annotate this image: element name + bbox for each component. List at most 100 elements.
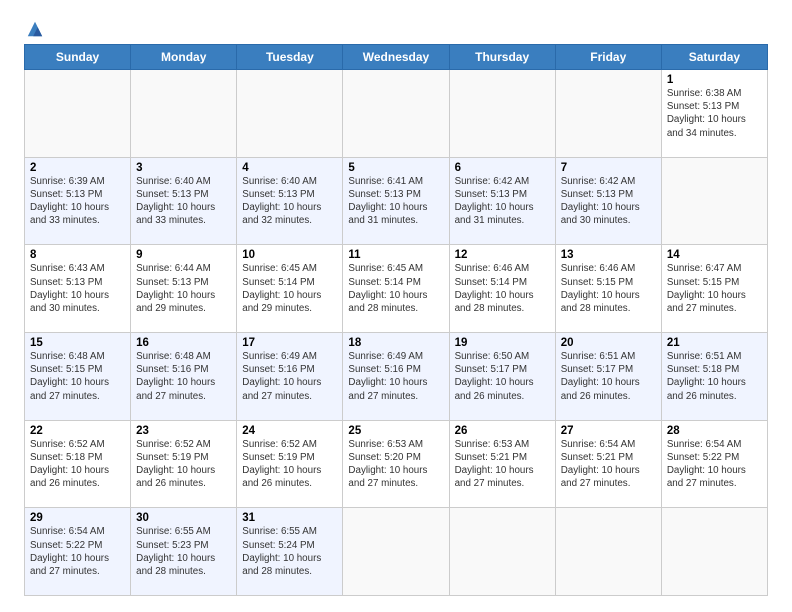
day-info: Sunrise: 6:40 AMSunset: 5:13 PMDaylight:…: [242, 176, 321, 227]
day-info: Sunrise: 6:47 AMSunset: 5:15 PMDaylight:…: [667, 263, 746, 314]
calendar-cell: 11Sunrise: 6:45 AMSunset: 5:14 PMDayligh…: [343, 245, 449, 333]
calendar-cell: 12Sunrise: 6:46 AMSunset: 5:14 PMDayligh…: [449, 245, 555, 333]
day-number: 22: [30, 425, 125, 437]
calendar-cell: 18Sunrise: 6:49 AMSunset: 5:16 PMDayligh…: [343, 332, 449, 420]
day-info: Sunrise: 6:45 AMSunset: 5:14 PMDaylight:…: [242, 263, 321, 314]
logo: [24, 20, 44, 34]
calendar-cell: [449, 70, 555, 158]
day-number: 3: [136, 162, 231, 174]
day-number: 24: [242, 425, 337, 437]
day-number: 17: [242, 337, 337, 349]
day-info: Sunrise: 6:38 AMSunset: 5:13 PMDaylight:…: [667, 88, 746, 139]
calendar-week-row: 15Sunrise: 6:48 AMSunset: 5:15 PMDayligh…: [25, 332, 768, 420]
calendar-cell: [237, 70, 343, 158]
day-number: 21: [667, 337, 762, 349]
day-number: 10: [242, 249, 337, 261]
calendar-cell: 16 Sunrise: 6:48 AMSunset: 5:16 PMDayligh…: [131, 332, 237, 420]
calendar-cell: [131, 70, 237, 158]
day-info: Sunrise: 6:52 AMSunset: 5:18 PMDaylight:…: [30, 439, 109, 490]
calendar-cell: 19Sunrise: 6:50 AMSunset: 5:17 PMDayligh…: [449, 332, 555, 420]
calendar-cell: 1 Sunrise: 6:38 AMSunset: 5:13 PMDaylight…: [661, 70, 767, 158]
day-of-week-header: Friday: [555, 45, 661, 70]
calendar-cell: 2 Sunrise: 6:39 AMSunset: 5:13 PMDaylight…: [25, 157, 131, 245]
calendar-week-row: 22 Sunrise: 6:52 AMSunset: 5:18 PMDayligh…: [25, 420, 768, 508]
calendar-cell: [343, 70, 449, 158]
calendar-cell: 23Sunrise: 6:52 AMSunset: 5:19 PMDayligh…: [131, 420, 237, 508]
logo-icon: [26, 20, 44, 38]
day-info: Sunrise: 6:54 AMSunset: 5:22 PMDaylight:…: [30, 526, 109, 577]
calendar-cell: [25, 70, 131, 158]
calendar-cell: 4 Sunrise: 6:40 AMSunset: 5:13 PMDaylight…: [237, 157, 343, 245]
day-of-week-header: Wednesday: [343, 45, 449, 70]
calendar-cell: 24 Sunrise: 6:52 AMSunset: 5:19 PMDayligh…: [237, 420, 343, 508]
calendar-cell: 7 Sunrise: 6:42 AMSunset: 5:13 PMDaylight…: [555, 157, 661, 245]
day-number: 6: [455, 162, 550, 174]
calendar-cell: 15Sunrise: 6:48 AMSunset: 5:15 PMDayligh…: [25, 332, 131, 420]
day-number: 26: [455, 425, 550, 437]
day-number: 31: [242, 512, 337, 524]
calendar-cell: 25 Sunrise: 6:53 AMSunset: 5:20 PMDayligh…: [343, 420, 449, 508]
day-of-week-header: Thursday: [449, 45, 555, 70]
calendar-cell: [449, 508, 555, 596]
calendar-cell: 28 Sunrise: 6:54 AMSunset: 5:22 PMDayligh…: [661, 420, 767, 508]
day-info: Sunrise: 6:43 AMSunset: 5:13 PMDaylight:…: [30, 263, 109, 314]
calendar-cell: 8 Sunrise: 6:43 AMSunset: 5:13 PMDaylight…: [25, 245, 131, 333]
day-number: 14: [667, 249, 762, 261]
day-number: 20: [561, 337, 656, 349]
day-info: Sunrise: 6:44 AMSunset: 5:13 PMDaylight:…: [136, 263, 215, 314]
day-number: 27: [561, 425, 656, 437]
calendar-table: SundayMondayTuesdayWednesdayThursdayFrid…: [24, 44, 768, 596]
calendar-cell: 5Sunrise: 6:41 AMSunset: 5:13 PMDaylight…: [343, 157, 449, 245]
day-number: 8: [30, 249, 125, 261]
day-info: Sunrise: 6:42 AMSunset: 5:13 PMDaylight:…: [455, 176, 534, 227]
day-number: 19: [455, 337, 550, 349]
day-info: Sunrise: 6:52 AMSunset: 5:19 PMDaylight:…: [242, 439, 321, 490]
calendar-cell: [661, 157, 767, 245]
day-number: 12: [455, 249, 550, 261]
calendar-cell: [661, 508, 767, 596]
calendar-cell: 27Sunrise: 6:54 AMSunset: 5:21 PMDayligh…: [555, 420, 661, 508]
day-info: Sunrise: 6:42 AMSunset: 5:13 PMDaylight:…: [561, 176, 640, 227]
day-info: Sunrise: 6:49 AMSunset: 5:16 PMDaylight:…: [242, 351, 321, 402]
day-info: Sunrise: 6:54 AMSunset: 5:22 PMDaylight:…: [667, 439, 746, 490]
day-number: 28: [667, 425, 762, 437]
day-number: 25: [348, 425, 443, 437]
day-info: Sunrise: 6:46 AMSunset: 5:15 PMDaylight:…: [561, 263, 640, 314]
day-info: Sunrise: 6:39 AMSunset: 5:13 PMDaylight:…: [30, 176, 109, 227]
day-number: 1: [667, 74, 762, 86]
calendar-cell: [555, 508, 661, 596]
calendar-cell: 6 Sunrise: 6:42 AMSunset: 5:13 PMDaylight…: [449, 157, 555, 245]
day-number: 13: [561, 249, 656, 261]
day-info: Sunrise: 6:53 AMSunset: 5:21 PMDaylight:…: [455, 439, 534, 490]
day-info: Sunrise: 6:51 AMSunset: 5:17 PMDaylight:…: [561, 351, 640, 402]
calendar-cell: 21Sunrise: 6:51 AMSunset: 5:18 PMDayligh…: [661, 332, 767, 420]
day-info: Sunrise: 6:45 AMSunset: 5:14 PMDaylight:…: [348, 263, 427, 314]
day-number: 23: [136, 425, 231, 437]
calendar-cell: 14 Sunrise: 6:47 AMSunset: 5:15 PMDayligh…: [661, 245, 767, 333]
day-number: 5: [348, 162, 443, 174]
day-info: Sunrise: 6:48 AMSunset: 5:15 PMDaylight:…: [30, 351, 109, 402]
day-number: 4: [242, 162, 337, 174]
day-of-week-header: Sunday: [25, 45, 131, 70]
day-info: Sunrise: 6:53 AMSunset: 5:20 PMDaylight:…: [348, 439, 427, 490]
calendar-body: 1 Sunrise: 6:38 AMSunset: 5:13 PMDaylight…: [25, 70, 768, 596]
calendar-cell: 20 Sunrise: 6:51 AMSunset: 5:17 PMDayligh…: [555, 332, 661, 420]
calendar-cell: 17 Sunrise: 6:49 AMSunset: 5:16 PMDayligh…: [237, 332, 343, 420]
calendar-cell: 13 Sunrise: 6:46 AMSunset: 5:15 PMDayligh…: [555, 245, 661, 333]
day-of-week-header: Monday: [131, 45, 237, 70]
calendar-week-row: 8 Sunrise: 6:43 AMSunset: 5:13 PMDaylight…: [25, 245, 768, 333]
day-number: 30: [136, 512, 231, 524]
day-number: 29: [30, 512, 125, 524]
day-of-week-header: Saturday: [661, 45, 767, 70]
calendar-cell: 22 Sunrise: 6:52 AMSunset: 5:18 PMDayligh…: [25, 420, 131, 508]
day-number: 16: [136, 337, 231, 349]
calendar-cell: 9 Sunrise: 6:44 AMSunset: 5:13 PMDaylight…: [131, 245, 237, 333]
day-number: 7: [561, 162, 656, 174]
calendar-week-row: 1 Sunrise: 6:38 AMSunset: 5:13 PMDaylight…: [25, 70, 768, 158]
day-of-week-header: Tuesday: [237, 45, 343, 70]
logo-text: [24, 20, 44, 38]
day-info: Sunrise: 6:48 AMSunset: 5:16 PMDaylight:…: [136, 351, 215, 402]
day-number: 18: [348, 337, 443, 349]
day-number: 2: [30, 162, 125, 174]
day-number: 9: [136, 249, 231, 261]
